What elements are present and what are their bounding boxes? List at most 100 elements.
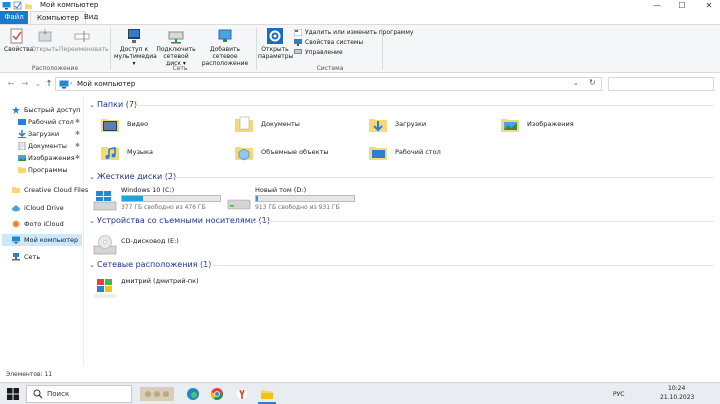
taskbar: Поиск РУС 10:24 21.10.2023 bbox=[0, 382, 720, 404]
star-icon bbox=[12, 106, 20, 114]
section-divider bbox=[252, 221, 714, 222]
back-button[interactable]: ← bbox=[6, 78, 16, 90]
chrome-icon[interactable] bbox=[210, 387, 224, 401]
properties-icon bbox=[10, 28, 23, 44]
section-header-removable[interactable]: ⌄ Устройства со съемными носителями (1) bbox=[89, 216, 270, 226]
section-divider bbox=[134, 105, 714, 106]
tab-file[interactable]: Файл bbox=[0, 11, 28, 24]
maximize-button[interactable]: ☐ bbox=[673, 0, 691, 11]
language-indicator[interactable]: РУС bbox=[613, 390, 624, 399]
gear-icon bbox=[267, 28, 283, 44]
manage-button[interactable]: Управление bbox=[294, 48, 343, 57]
pin-icon: ✱ bbox=[74, 142, 80, 149]
taskbar-search-input[interactable]: Поиск bbox=[26, 385, 132, 403]
pin-icon: ✱ bbox=[74, 118, 80, 125]
drive-e-cd[interactable]: CD-дисковод (E:) bbox=[93, 230, 233, 260]
windows-media-player-icon bbox=[94, 279, 116, 298]
edge-icon[interactable] bbox=[186, 387, 200, 401]
sidebar-item-documents[interactable]: Документы ✱ bbox=[2, 140, 82, 152]
drive-c[interactable]: Windows 10 (C:) 377 ГБ свободно из 476 Г… bbox=[93, 186, 233, 216]
open-button[interactable]: Открыть bbox=[31, 28, 59, 53]
address-dropdown-button[interactable]: ⌄ bbox=[573, 79, 579, 87]
sidebar-item-quick-access[interactable]: Быстрый доступ bbox=[2, 104, 82, 116]
search-highlights-icon[interactable] bbox=[140, 387, 174, 401]
computer-icon bbox=[2, 1, 11, 10]
section-divider bbox=[198, 265, 714, 266]
pictures-folder-icon bbox=[501, 119, 519, 132]
media-server-icon bbox=[128, 29, 140, 43]
network-location-dmitry[interactable]: дмитрий (дмитрий-пк) bbox=[93, 274, 233, 304]
new-folder-quick-icon[interactable] bbox=[24, 1, 33, 10]
window-title: Мой компьютер bbox=[40, 1, 99, 9]
close-button[interactable]: ✕ bbox=[700, 0, 718, 11]
navigation-pane: Быстрый доступ Рабочий стол ✱ Загрузки ✱… bbox=[0, 96, 88, 366]
properties-quick-icon[interactable] bbox=[13, 1, 22, 10]
add-network-location-button[interactable]: Добавить сетевое расположение bbox=[198, 28, 252, 67]
pin-icon: ✱ bbox=[74, 154, 80, 161]
folder-pictures[interactable]: Изображения bbox=[492, 114, 612, 136]
tab-view[interactable]: Вид bbox=[78, 11, 104, 24]
group-label-network: Сеть bbox=[172, 65, 188, 72]
clock-time[interactable]: 10:24 bbox=[668, 384, 685, 393]
yandex-browser-icon[interactable] bbox=[235, 387, 249, 401]
sidebar-item-programs[interactable]: Программы bbox=[2, 164, 82, 176]
address-field[interactable]: › Мой компьютер ⌄ ↻ bbox=[55, 77, 602, 91]
network-drive-icon bbox=[168, 31, 184, 44]
properties-button[interactable]: Свойства bbox=[4, 28, 33, 53]
open-icon bbox=[38, 29, 52, 42]
drive-d[interactable]: Новый том (D:) 913 ГБ свободно из 931 ГБ bbox=[227, 186, 367, 216]
folder-videos[interactable]: Видео bbox=[92, 114, 212, 136]
ribbon-tabs: Файл Компьютер Вид bbox=[0, 11, 720, 24]
download-icon bbox=[18, 130, 26, 138]
ribbon-separator bbox=[256, 28, 257, 70]
uninstall-program-button[interactable]: Удалить или изменить программу bbox=[294, 28, 413, 37]
sidebar-item-icloud-photos[interactable]: Фото iCloud bbox=[2, 218, 82, 230]
manage-icon bbox=[294, 49, 302, 54]
recent-locations-button[interactable]: ⌄ bbox=[33, 78, 43, 90]
rename-icon bbox=[74, 31, 90, 42]
picture-icon bbox=[18, 155, 26, 161]
network-location-icon bbox=[218, 29, 232, 42]
folder-downloads[interactable]: Загрузки bbox=[360, 114, 480, 136]
section-header-folders[interactable]: ⌄ Папки (7) bbox=[89, 100, 137, 110]
folder-documents[interactable]: Документы bbox=[226, 114, 346, 136]
search-input[interactable] bbox=[608, 77, 714, 91]
minimize-button[interactable]: — bbox=[648, 0, 666, 11]
system-properties-button[interactable]: Свойства системы bbox=[294, 38, 363, 47]
sidebar-item-downloads[interactable]: Загрузки ✱ bbox=[2, 128, 82, 140]
ribbon-separator bbox=[110, 28, 111, 70]
folder-3d-objects[interactable]: Объемные объекты bbox=[226, 142, 346, 164]
open-settings-button[interactable]: Открыть параметры bbox=[258, 28, 293, 60]
refresh-button[interactable]: ↻ bbox=[589, 78, 596, 87]
sidebar-item-pictures[interactable]: Изображения ✱ bbox=[2, 152, 82, 164]
group-label-system: Система bbox=[316, 65, 344, 72]
media-access-button[interactable]: Доступ к мультимедиа ▾ bbox=[114, 28, 157, 67]
file-explorer-icon[interactable] bbox=[260, 387, 274, 401]
item-count: Элементов: 11 bbox=[6, 371, 53, 378]
sidebar-item-icloud-drive[interactable]: iCloud Drive bbox=[2, 202, 82, 214]
sidebar-item-network[interactable]: Сеть bbox=[2, 251, 82, 263]
address-bar-row: ← → ⌄ ↑ › Мой компьютер ⌄ ↻ bbox=[0, 74, 720, 94]
sidebar-item-this-pc[interactable]: Мой компьютер bbox=[2, 234, 82, 246]
forward-button[interactable]: → bbox=[20, 78, 30, 90]
status-bar: Элементов: 11 bbox=[0, 370, 720, 380]
ribbon-separator bbox=[382, 28, 383, 70]
computer-icon bbox=[59, 80, 69, 89]
windows-start-icon[interactable] bbox=[6, 387, 20, 401]
folder-music[interactable]: Музыка bbox=[92, 142, 212, 164]
up-button[interactable]: ↑ bbox=[44, 78, 54, 90]
pin-icon: ✱ bbox=[74, 130, 80, 137]
sidebar-item-creative-cloud[interactable]: Creative Cloud Files bbox=[2, 184, 88, 196]
sidebar-item-desktop[interactable]: Рабочий стол ✱ bbox=[2, 116, 82, 128]
cd-drive-icon bbox=[93, 235, 117, 255]
programs-icon bbox=[294, 29, 302, 36]
clock-date[interactable]: 21.10.2023 bbox=[660, 393, 694, 402]
folder-desktop[interactable]: Рабочий стол bbox=[360, 142, 480, 164]
rename-button[interactable]: Переименовать bbox=[59, 28, 109, 53]
computer-icon bbox=[12, 236, 20, 244]
breadcrumb-chevron-icon: › bbox=[70, 80, 73, 87]
section-header-network[interactable]: ⌄ Сетевые расположения (1) bbox=[89, 260, 211, 270]
map-network-drive-button[interactable]: Подключить сетевой диск ▾ bbox=[155, 28, 197, 67]
section-divider bbox=[164, 177, 714, 178]
drive-usage-fill bbox=[122, 196, 143, 201]
